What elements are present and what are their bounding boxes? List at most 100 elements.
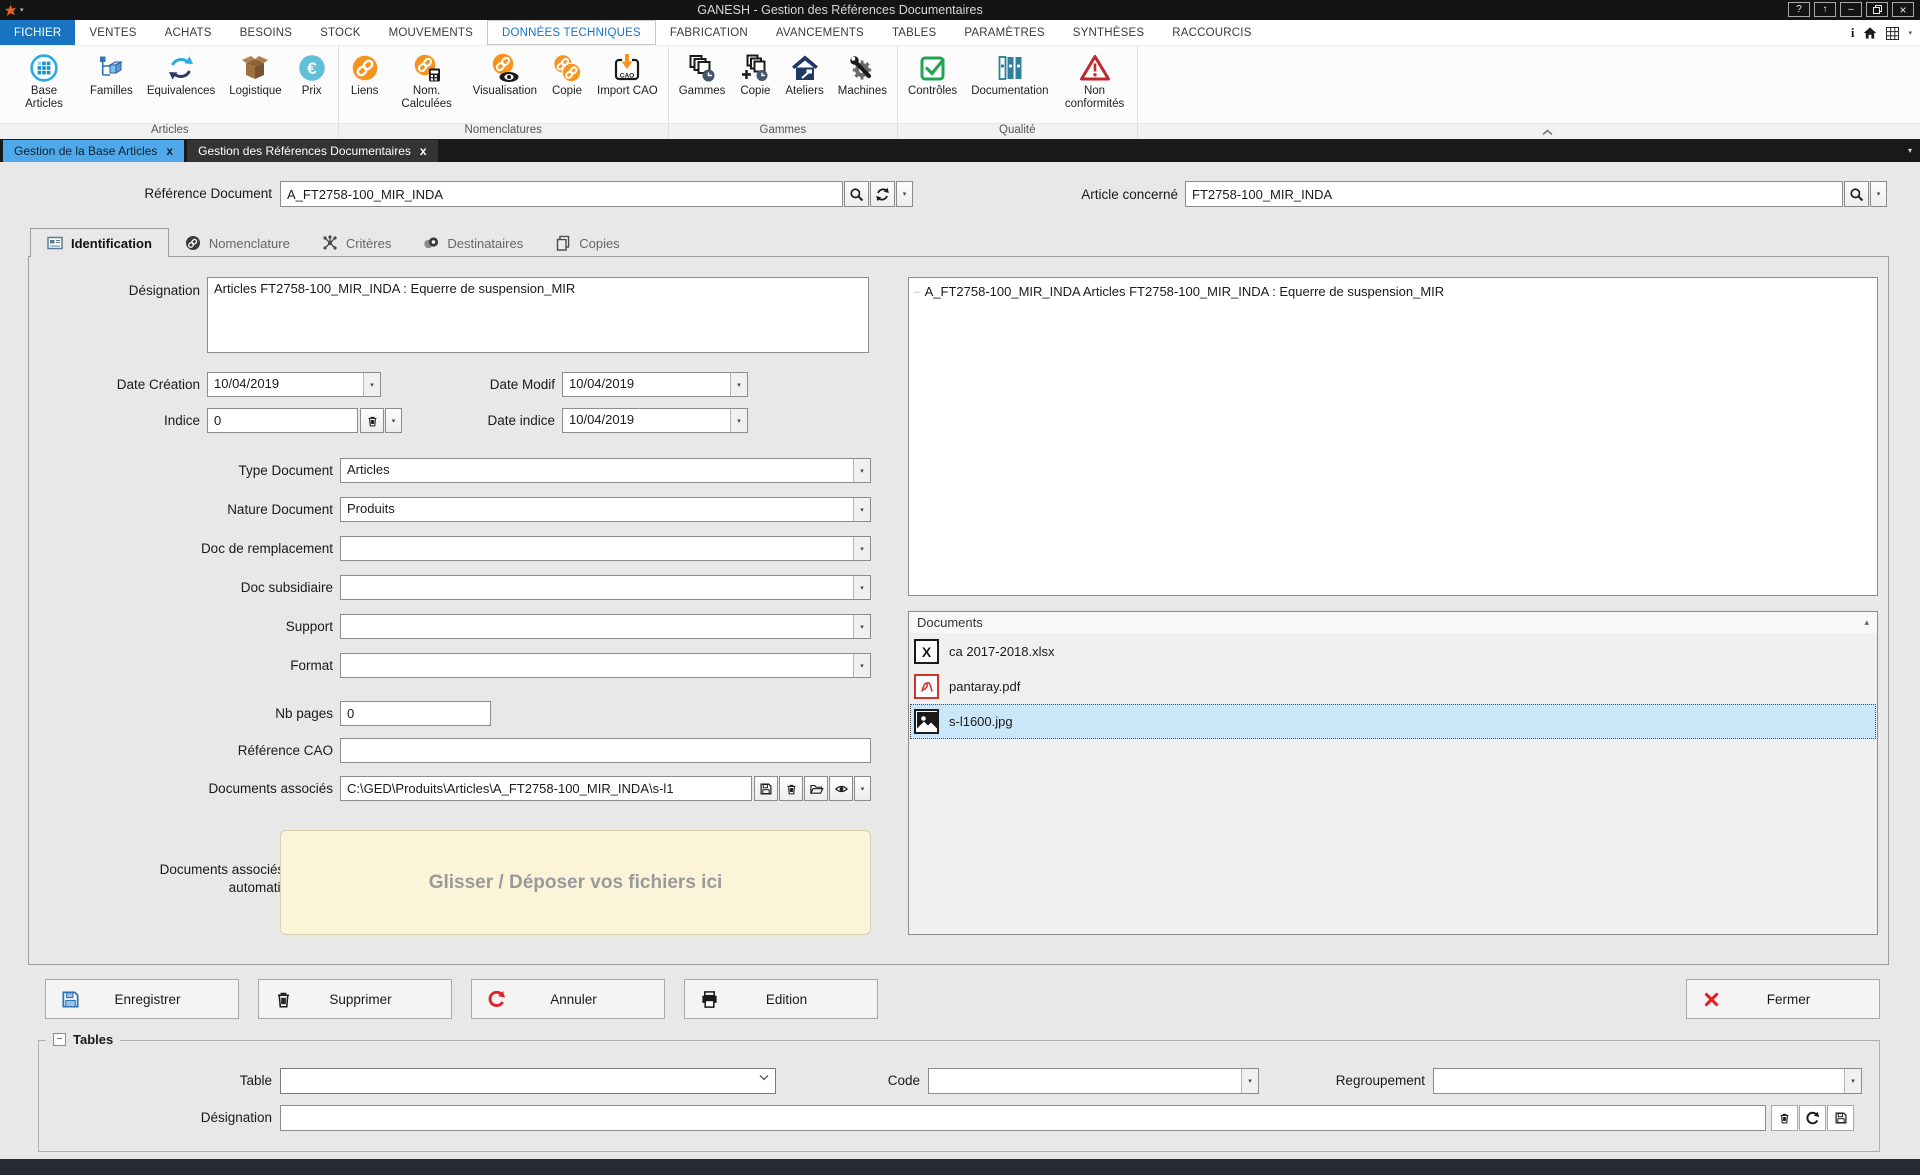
delete-document-button[interactable] <box>779 776 803 801</box>
preview-document-button[interactable] <box>829 776 853 801</box>
ribbon-item-import-cao[interactable]: CAO Import CAO <box>590 49 665 98</box>
chevron-down-icon[interactable]: ▾ <box>853 459 870 482</box>
delete-button[interactable]: Supprimer <box>258 979 452 1019</box>
cancel-button[interactable]: Annuler <box>471 979 665 1019</box>
table-save-button[interactable] <box>1827 1105 1854 1131</box>
collapse-group-icon[interactable]: − <box>53 1033 66 1046</box>
tab-copies[interactable]: Copies <box>539 229 635 257</box>
reference-cao-input[interactable] <box>340 738 871 763</box>
grid-view-icon[interactable] <box>1886 27 1899 40</box>
format-select[interactable]: ▾ <box>340 653 871 678</box>
chevron-down-icon[interactable]: ▾ <box>853 498 870 521</box>
sort-asc-icon[interactable]: ▴ <box>1864 617 1869 628</box>
ribbon-item-controles[interactable]: Contrôles <box>901 49 964 98</box>
tree-item[interactable]: ┈ A_FT2758-100_MIR_INDA Articles FT2758-… <box>909 278 1877 299</box>
calendar-dropdown-icon[interactable]: ▾ <box>730 409 747 432</box>
ribbon-item-nom-calculees[interactable]: Nom. Calculées <box>388 49 466 111</box>
grid-view-caret-icon[interactable]: ▾ <box>1908 29 1912 37</box>
article-dropdown-button[interactable]: ▾ <box>1870 181 1887 207</box>
code-select[interactable]: ▾ <box>928 1068 1259 1094</box>
menu-item-achats[interactable]: ACHATS <box>151 20 226 45</box>
ribbon-item-familles[interactable]: Familles <box>83 49 140 98</box>
ribbon-item-liens[interactable]: Liens <box>342 49 388 98</box>
ribbon-collapse-icon[interactable] <box>1542 129 1553 136</box>
indice-input[interactable] <box>207 408 358 433</box>
chevron-down-icon[interactable]: ▾ <box>853 576 870 599</box>
nb-pages-input[interactable] <box>340 701 491 726</box>
date-indice-picker[interactable]: 10/04/2019 ▾ <box>562 408 748 433</box>
ribbon-item-copie-gammes[interactable]: Copie <box>732 49 778 98</box>
tab-criteres[interactable]: Critères <box>306 229 408 257</box>
regroupement-select[interactable]: ▾ <box>1433 1068 1862 1094</box>
doc-tab-base-articles[interactable]: Gestion de la Base Articles x <box>3 140 184 162</box>
save-button[interactable]: Enregistrer <box>45 979 239 1019</box>
menu-item-stock[interactable]: STOCK <box>306 20 374 45</box>
ribbon-item-gammes[interactable]: Gammes <box>672 49 733 98</box>
ribbon-item-logistique[interactable]: Logistique <box>222 49 288 98</box>
menu-item-parametres[interactable]: PARAMÈTRES <box>950 20 1058 45</box>
chevron-down-icon[interactable]: ▾ <box>853 615 870 638</box>
save-document-button[interactable] <box>754 776 778 801</box>
chevron-down-icon[interactable]: ▾ <box>1241 1069 1258 1093</box>
menu-item-raccourcis[interactable]: RACCOURCIS <box>1158 20 1265 45</box>
edit-button[interactable]: Edition <box>684 979 878 1019</box>
file-dropzone[interactable]: Glisser / Déposer vos fichiers ici <box>280 830 871 935</box>
search-article-button[interactable] <box>1844 181 1869 207</box>
menu-item-avancements[interactable]: AVANCEMENTS <box>762 20 878 45</box>
doc-remplacement-select[interactable]: ▾ <box>340 536 871 561</box>
table-undo-button[interactable] <box>1799 1105 1826 1131</box>
restore-button[interactable] <box>1866 2 1888 17</box>
home-icon[interactable] <box>1863 26 1877 40</box>
help-button[interactable]: ? <box>1788 2 1810 17</box>
ribbon-item-documentation[interactable]: Documentation <box>964 49 1055 98</box>
calendar-dropdown-icon[interactable]: ▾ <box>363 373 380 396</box>
doc-tab-references-documentaires[interactable]: Gestion des Références Documentaires x <box>187 140 437 162</box>
close-button[interactable]: × <box>1892 2 1914 17</box>
table-designation-input[interactable] <box>280 1105 1766 1131</box>
support-select[interactable]: ▾ <box>340 614 871 639</box>
menu-item-mouvements[interactable]: MOUVEMENTS <box>375 20 487 45</box>
tab-nomenclature[interactable]: Nomenclature <box>169 229 306 257</box>
indice-dropdown-button[interactable]: ▾ <box>385 408 402 433</box>
document-row-pdf[interactable]: pantaray.pdf <box>910 669 1876 704</box>
close-tab-icon[interactable]: x <box>420 144 427 158</box>
menu-item-tables[interactable]: TABLES <box>878 20 950 45</box>
date-creation-picker[interactable]: 10/04/2019 ▾ <box>207 372 381 397</box>
ribbon-item-non-conformites[interactable]: Non conformités <box>1056 49 1134 111</box>
tab-identification[interactable]: Identification <box>30 228 169 257</box>
doc-subsidiaire-select[interactable]: ▾ <box>340 575 871 600</box>
documents-associes-input[interactable] <box>340 776 752 801</box>
chevron-down-icon[interactable]: ▾ <box>853 537 870 560</box>
nature-document-select[interactable]: Produits ▾ <box>340 497 871 522</box>
menu-item-donnees-techniques[interactable]: DONNÉES TECHNIQUES <box>487 20 656 45</box>
menu-item-ventes[interactable]: VENTES <box>75 20 150 45</box>
chevron-down-icon[interactable]: ▾ <box>1844 1069 1861 1093</box>
ribbon-item-machines[interactable]: Machines <box>831 49 894 98</box>
open-folder-button[interactable] <box>804 776 828 801</box>
table-delete-button[interactable] <box>1771 1105 1798 1131</box>
clear-indice-button[interactable] <box>360 408 384 433</box>
date-modif-picker[interactable]: 10/04/2019 ▾ <box>562 372 748 397</box>
designation-textarea[interactable]: Articles FT2758-100_MIR_INDA : Equerre d… <box>207 277 869 353</box>
menu-item-fichier[interactable]: FICHIER <box>0 20 75 45</box>
ribbon-item-ateliers[interactable]: Ateliers <box>778 49 830 98</box>
search-reference-button[interactable] <box>844 181 869 207</box>
calendar-dropdown-icon[interactable]: ▾ <box>730 373 747 396</box>
document-row-jpg[interactable]: s-l1600.jpg <box>910 704 1876 739</box>
reference-document-input[interactable] <box>280 181 843 207</box>
documents-dropdown-button[interactable]: ▾ <box>854 776 871 801</box>
reference-dropdown-button[interactable]: ▾ <box>896 181 913 207</box>
ribbon-item-visualisation[interactable]: Visualisation <box>466 49 544 98</box>
ribbon-item-equivalences[interactable]: Equivalences <box>140 49 222 98</box>
tab-destinataires[interactable]: Destinataires <box>407 229 539 257</box>
ribbon-item-prix[interactable]: € Prix <box>289 49 335 98</box>
article-concerne-input[interactable] <box>1185 181 1843 207</box>
info-icon[interactable]: i <box>1851 25 1855 41</box>
table-select[interactable] <box>280 1068 776 1094</box>
chevron-down-icon[interactable]: ▾ <box>853 654 870 677</box>
menu-item-syntheses[interactable]: SYNTHÈSES <box>1059 20 1158 45</box>
type-document-select[interactable]: Articles ▾ <box>340 458 871 483</box>
menu-item-fabrication[interactable]: FABRICATION <box>656 20 762 45</box>
menu-item-besoins[interactable]: BESOINS <box>226 20 307 45</box>
documents-column-header[interactable]: Documents ▴ <box>908 611 1878 634</box>
